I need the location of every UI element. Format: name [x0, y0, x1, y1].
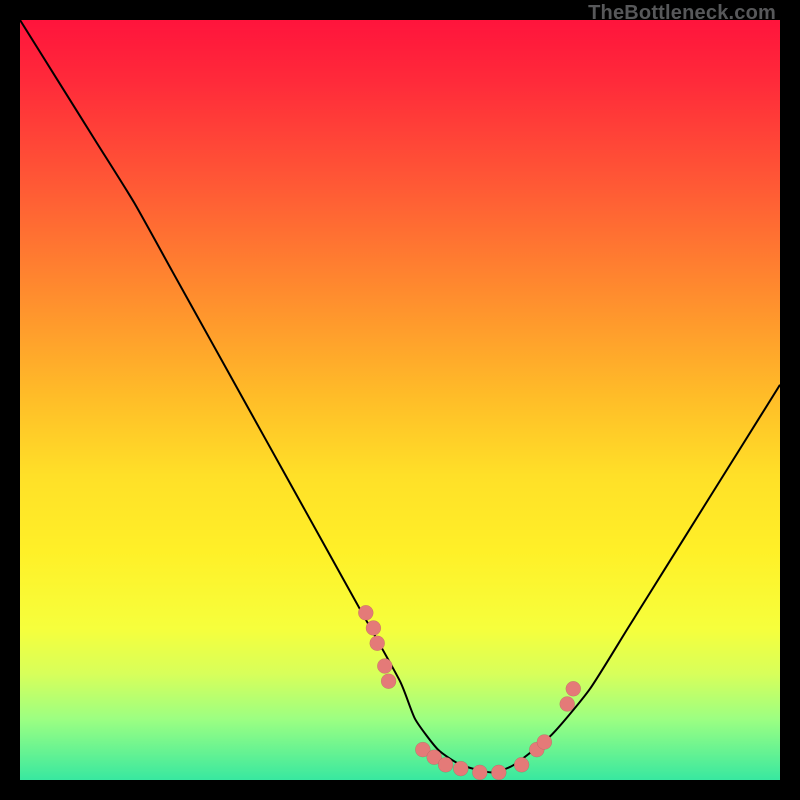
sample-point — [381, 674, 396, 689]
sample-point — [370, 636, 385, 651]
sample-point — [537, 735, 552, 750]
sample-point — [377, 659, 392, 674]
sample-point — [358, 605, 373, 620]
chart-frame: TheBottleneck.com — [0, 0, 800, 800]
bottleneck-curve — [20, 20, 780, 772]
chart-overlay — [20, 20, 780, 780]
sample-point — [514, 757, 529, 772]
sample-point — [560, 697, 575, 712]
sample-point — [438, 757, 453, 772]
sample-point — [472, 765, 487, 780]
sample-point — [566, 681, 581, 696]
sample-point — [453, 761, 468, 776]
sample-points-group — [358, 605, 580, 780]
sample-point — [491, 765, 506, 780]
sample-point — [366, 621, 381, 636]
plot-area — [20, 20, 780, 780]
